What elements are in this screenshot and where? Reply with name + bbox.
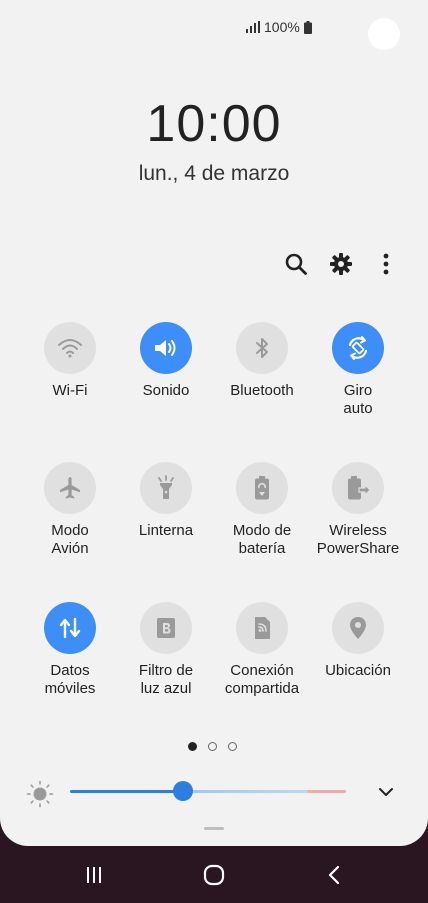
page-dot-1[interactable] bbox=[188, 742, 197, 751]
flashlight-icon bbox=[158, 475, 174, 499]
tile-sound-toggle[interactable] bbox=[140, 322, 192, 374]
tile-mobile-data[interactable]: Datos móviles bbox=[22, 602, 118, 712]
battery-mode-icon bbox=[255, 476, 269, 500]
brightness-control bbox=[24, 778, 404, 808]
tile-wireless-powershare-label: Wireless PowerShare bbox=[316, 522, 400, 557]
recent-apps-icon bbox=[87, 867, 101, 883]
tile-flashlight-label: Linterna bbox=[138, 522, 194, 539]
battery-icon bbox=[303, 20, 312, 34]
settings-button[interactable] bbox=[321, 248, 361, 280]
signal-icon bbox=[246, 21, 260, 33]
page-dot-3[interactable] bbox=[228, 742, 237, 751]
brightness-slider-track[interactable] bbox=[70, 790, 346, 793]
tile-bluetooth-label: Bluetooth bbox=[230, 382, 294, 399]
chevron-down-icon[interactable] bbox=[374, 782, 398, 802]
tile-auto-rotate-toggle[interactable] bbox=[332, 322, 384, 374]
quick-settings-grid: Wi-Fi Sonido Bluetooth Giro auto Modo Av… bbox=[22, 322, 406, 712]
status-bar: 100% bbox=[246, 17, 312, 37]
tile-sound[interactable]: Sonido bbox=[118, 322, 214, 432]
volume-icon bbox=[155, 340, 176, 356]
panel-drag-handle[interactable] bbox=[204, 827, 224, 830]
more-options-button[interactable] bbox=[366, 248, 406, 280]
tile-location-label: Ubicación bbox=[325, 662, 391, 679]
quick-settings-toolbar bbox=[276, 248, 406, 280]
front-camera-cutout bbox=[368, 18, 400, 50]
hotspot-icon bbox=[255, 617, 270, 639]
brightness-sun-icon bbox=[26, 780, 54, 808]
tile-blue-light-filter[interactable]: Filtro de luz azul bbox=[118, 602, 214, 712]
battery-percentage: 100% bbox=[264, 19, 300, 35]
tile-flashlight-toggle[interactable] bbox=[140, 462, 192, 514]
brightness-slider-thumb[interactable] bbox=[173, 781, 194, 801]
tile-airplane-mode-label: Modo Avión bbox=[51, 522, 89, 557]
tile-sound-label: Sonido bbox=[142, 382, 190, 399]
search-button[interactable] bbox=[276, 248, 316, 280]
wifi-icon bbox=[58, 339, 82, 358]
tile-auto-rotate[interactable]: Giro auto bbox=[310, 322, 406, 432]
back-icon bbox=[328, 865, 340, 885]
gear-icon bbox=[330, 253, 352, 275]
tile-airplane-mode[interactable]: Modo Avión bbox=[22, 462, 118, 572]
tile-location-toggle[interactable] bbox=[332, 602, 384, 654]
home-button[interactable] bbox=[194, 860, 234, 890]
tile-battery-mode-label: Modo de batería bbox=[232, 522, 292, 557]
clock-date[interactable]: lun., 4 de marzo bbox=[0, 162, 428, 186]
tile-wifi[interactable]: Wi-Fi bbox=[22, 322, 118, 432]
back-button[interactable] bbox=[314, 860, 354, 890]
tile-mobile-data-label: Datos móviles bbox=[44, 662, 96, 697]
location-icon bbox=[350, 617, 366, 639]
tile-hotspot-label: Conexión compartida bbox=[224, 662, 300, 697]
tile-battery-mode-toggle[interactable] bbox=[236, 462, 288, 514]
bluetooth-icon bbox=[256, 338, 268, 358]
quick-settings-panel: 100% 10:00 lun., 4 de marzo Wi-Fi Sonido… bbox=[0, 0, 428, 846]
tile-hotspot-toggle[interactable] bbox=[236, 602, 288, 654]
tile-hotspot[interactable]: Conexión compartida bbox=[214, 602, 310, 712]
search-icon bbox=[285, 253, 307, 275]
page-dot-2[interactable] bbox=[208, 742, 217, 751]
more-vert-icon bbox=[383, 253, 389, 275]
tile-blue-light-filter-label: Filtro de luz azul bbox=[138, 662, 194, 697]
tile-wifi-label: Wi-Fi bbox=[52, 382, 88, 399]
blue-light-filter-icon bbox=[157, 618, 175, 638]
tile-wireless-powershare-toggle[interactable] bbox=[332, 462, 384, 514]
navigation-bar bbox=[0, 846, 428, 903]
tile-wifi-toggle[interactable] bbox=[44, 322, 96, 374]
tile-flashlight[interactable]: Linterna bbox=[118, 462, 214, 572]
tile-bluetooth[interactable]: Bluetooth bbox=[214, 322, 310, 432]
tile-battery-mode[interactable]: Modo de batería bbox=[214, 462, 310, 572]
wireless-powershare-icon bbox=[348, 476, 371, 500]
tile-blue-light-filter-toggle[interactable] bbox=[140, 602, 192, 654]
auto-rotate-icon bbox=[348, 336, 368, 360]
tile-bluetooth-toggle[interactable] bbox=[236, 322, 288, 374]
page-indicator[interactable] bbox=[188, 742, 237, 751]
tile-mobile-data-toggle[interactable] bbox=[44, 602, 96, 654]
tile-location[interactable]: Ubicación bbox=[310, 602, 406, 712]
home-icon bbox=[203, 864, 225, 886]
mobile-data-icon bbox=[59, 617, 81, 639]
tile-wireless-powershare[interactable]: Wireless PowerShare bbox=[310, 462, 406, 572]
tile-auto-rotate-label: Giro auto bbox=[343, 382, 373, 417]
clock-time[interactable]: 10:00 bbox=[0, 94, 428, 154]
airplane-icon bbox=[60, 477, 80, 499]
recent-apps-button[interactable] bbox=[74, 860, 114, 890]
tile-airplane-mode-toggle[interactable] bbox=[44, 462, 96, 514]
